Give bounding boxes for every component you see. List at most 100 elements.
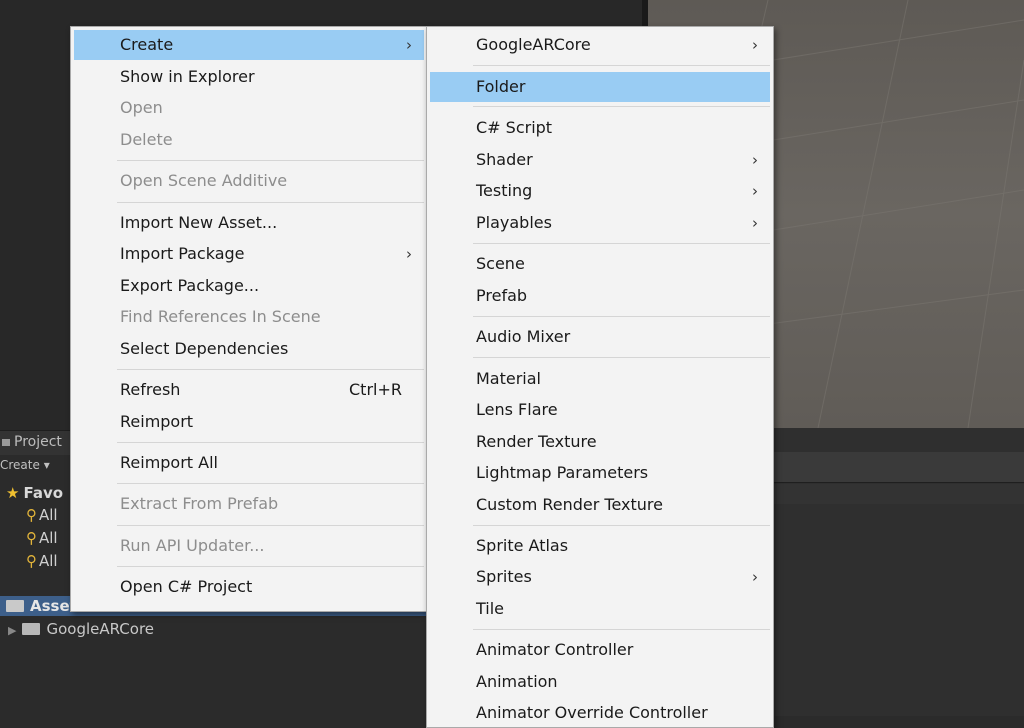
submenu-item-lens-flare[interactable]: Lens Flare bbox=[430, 395, 770, 425]
project-tab-icon bbox=[2, 439, 10, 446]
menu-item-label: Lens Flare bbox=[476, 400, 558, 419]
menu-separator bbox=[473, 357, 770, 358]
submenu-item-csharp-script[interactable]: C# Script bbox=[430, 113, 770, 143]
chevron-right-icon: › bbox=[752, 214, 758, 232]
menu-separator bbox=[117, 442, 424, 443]
menu-item-open-scene-additive: Open Scene Additive bbox=[74, 166, 424, 196]
submenu-item-sprites[interactable]: Sprites › bbox=[430, 562, 770, 592]
menu-item-select-dependencies[interactable]: Select Dependencies bbox=[74, 334, 424, 364]
menu-item-open-csharp-project[interactable]: Open C# Project bbox=[74, 572, 424, 602]
menu-item-label: Select Dependencies bbox=[120, 339, 289, 358]
menu-separator bbox=[473, 629, 770, 630]
menu-item-export-package[interactable]: Export Package... bbox=[74, 271, 424, 301]
menu-separator bbox=[473, 525, 770, 526]
menu-item-reimport[interactable]: Reimport bbox=[74, 407, 424, 437]
submenu-item-lightmap-parameters[interactable]: Lightmap Parameters bbox=[430, 458, 770, 488]
favorites-label: Favo bbox=[23, 484, 64, 502]
menu-separator bbox=[117, 483, 424, 484]
menu-item-label: Render Texture bbox=[476, 432, 597, 451]
menu-item-label: Testing bbox=[476, 181, 533, 200]
favorite-search-label: All bbox=[39, 552, 58, 570]
create-submenu: GoogleARCore › Folder C# Script Shader ›… bbox=[426, 26, 774, 728]
menu-item-label: Playables bbox=[476, 213, 552, 232]
menu-item-label: Lightmap Parameters bbox=[476, 463, 649, 482]
menu-separator bbox=[117, 202, 424, 203]
submenu-item-scene[interactable]: Scene bbox=[430, 249, 770, 279]
menu-item-label: Folder bbox=[476, 77, 526, 96]
submenu-item-animator-controller[interactable]: Animator Controller bbox=[430, 635, 770, 665]
submenu-item-audio-mixer[interactable]: Audio Mixer bbox=[430, 322, 770, 352]
menu-item-open: Open bbox=[74, 93, 424, 123]
create-dropdown-button[interactable]: Create ▾ bbox=[0, 458, 50, 472]
menu-item-label: C# Script bbox=[476, 118, 553, 137]
menu-separator bbox=[117, 525, 424, 526]
favorites-header[interactable]: ★ Favo bbox=[6, 484, 63, 502]
chevron-right-icon: › bbox=[752, 151, 758, 169]
favorite-search-label: All bbox=[39, 506, 58, 524]
submenu-item-testing[interactable]: Testing › bbox=[430, 176, 770, 206]
menu-item-label: Export Package... bbox=[120, 276, 260, 295]
menu-item-label: Custom Render Texture bbox=[476, 495, 663, 514]
favorite-search-item[interactable]: ⚲ All bbox=[26, 552, 58, 570]
menu-item-refresh[interactable]: Refresh Ctrl+R bbox=[74, 375, 424, 405]
menu-item-import-new-asset[interactable]: Import New Asset... bbox=[74, 208, 424, 238]
search-icon: ⚲ bbox=[26, 552, 37, 570]
menu-separator bbox=[117, 369, 424, 370]
menu-item-reimport-all[interactable]: Reimport All bbox=[74, 448, 424, 478]
menu-separator bbox=[117, 160, 424, 161]
folder-icon bbox=[6, 600, 24, 612]
menu-shortcut: Ctrl+R bbox=[349, 380, 402, 399]
menu-item-create[interactable]: Create › bbox=[74, 30, 424, 60]
menu-separator bbox=[473, 243, 770, 244]
search-icon: ⚲ bbox=[26, 529, 37, 547]
menu-item-label: Import New Asset... bbox=[120, 213, 278, 232]
submenu-item-sprite-atlas[interactable]: Sprite Atlas bbox=[430, 531, 770, 561]
submenu-item-shader[interactable]: Shader › bbox=[430, 145, 770, 175]
tree-item-googlearcore[interactable]: ▶ GoogleARCore bbox=[8, 619, 154, 641]
favorite-search-item[interactable]: ⚲ All bbox=[26, 506, 58, 524]
menu-item-label: Extract From Prefab bbox=[120, 494, 279, 513]
toolbar-strip-secondary bbox=[774, 484, 1024, 504]
toolbar-strip bbox=[774, 452, 1024, 483]
menu-item-label: Delete bbox=[120, 130, 173, 149]
expand-triangle-icon[interactable]: ▶ bbox=[8, 624, 16, 637]
menu-item-label: Import Package bbox=[120, 244, 245, 263]
menu-item-label: Animation bbox=[476, 672, 558, 691]
submenu-item-render-texture[interactable]: Render Texture bbox=[430, 427, 770, 457]
menu-item-show-in-explorer[interactable]: Show in Explorer bbox=[74, 62, 424, 92]
star-icon: ★ bbox=[6, 484, 20, 502]
menu-item-label: Refresh bbox=[120, 380, 181, 399]
menu-item-label: Material bbox=[476, 369, 541, 388]
chevron-right-icon: › bbox=[406, 245, 412, 263]
submenu-item-material[interactable]: Material bbox=[430, 364, 770, 394]
submenu-item-playables[interactable]: Playables › bbox=[430, 208, 770, 238]
chevron-right-icon: › bbox=[406, 36, 412, 54]
submenu-item-googlearcore[interactable]: GoogleARCore › bbox=[430, 30, 770, 60]
menu-item-label: Scene bbox=[476, 254, 525, 273]
project-tab-label: Project bbox=[14, 434, 62, 450]
tab-project[interactable]: Project bbox=[0, 432, 62, 452]
menu-item-label: Shader bbox=[476, 150, 533, 169]
menu-item-label: Audio Mixer bbox=[476, 327, 571, 346]
submenu-item-custom-render-texture[interactable]: Custom Render Texture bbox=[430, 490, 770, 520]
menu-item-label: Show in Explorer bbox=[120, 67, 255, 86]
menu-item-label: Animator Override Controller bbox=[476, 703, 708, 722]
menu-item-label: Create bbox=[120, 35, 174, 54]
menu-item-label: Sprites bbox=[476, 567, 532, 586]
chevron-right-icon: › bbox=[752, 182, 758, 200]
submenu-item-tile[interactable]: Tile bbox=[430, 594, 770, 624]
menu-item-label: Open bbox=[120, 98, 163, 117]
chevron-right-icon: › bbox=[752, 36, 758, 54]
folder-icon bbox=[22, 623, 41, 635]
menu-item-label: Reimport bbox=[120, 412, 194, 431]
chevron-right-icon: › bbox=[752, 568, 758, 586]
menu-item-label: Animator Controller bbox=[476, 640, 634, 659]
submenu-item-folder[interactable]: Folder bbox=[430, 72, 770, 102]
submenu-item-prefab[interactable]: Prefab bbox=[430, 281, 770, 311]
menu-item-import-package[interactable]: Import Package › bbox=[74, 239, 424, 269]
submenu-item-animator-override-controller[interactable]: Animator Override Controller bbox=[430, 698, 770, 728]
menu-item-label: GoogleARCore bbox=[476, 35, 591, 54]
submenu-item-animation[interactable]: Animation bbox=[430, 667, 770, 697]
context-menu: Create › Show in Explorer Open Delete Op… bbox=[70, 26, 428, 612]
favorite-search-item[interactable]: ⚲ All bbox=[26, 529, 58, 547]
